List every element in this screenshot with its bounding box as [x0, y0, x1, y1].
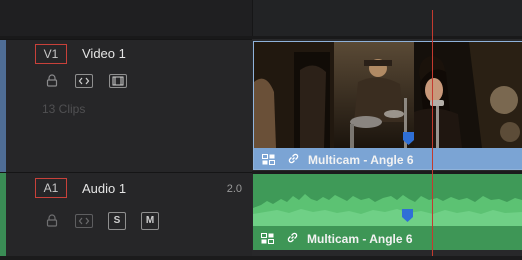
- link-icon: [287, 152, 300, 169]
- track-badge-a1[interactable]: A1: [35, 178, 67, 198]
- video-clip-thumbnails: [254, 42, 522, 148]
- clip-marker[interactable]: [403, 132, 414, 150]
- audio-clip-label-bar: Multicam - Angle 6: [253, 226, 522, 250]
- timeline-window: V1 Video 1 13 Clips A1 Audio 1 2.0 S M M…: [0, 0, 522, 260]
- timecode-ruler[interactable]: [252, 0, 522, 36]
- video-clip-title: Multicam - Angle 6: [308, 153, 414, 167]
- lock-icon[interactable]: [46, 74, 58, 87]
- timeline-bottom-edge: [0, 256, 522, 260]
- lock-icon[interactable]: [46, 214, 58, 227]
- disable-track-icon[interactable]: [109, 74, 127, 88]
- auto-select-icon[interactable]: [75, 214, 93, 228]
- video-clip[interactable]: Multicam - Angle 6: [253, 41, 522, 170]
- video-track-header[interactable]: V1 Video 1 13 Clips: [0, 39, 252, 172]
- timeline-ruler[interactable]: [0, 0, 522, 36]
- track-name-audio[interactable]: Audio 1: [82, 181, 126, 196]
- auto-select-icon[interactable]: [75, 74, 93, 88]
- audio-clip-title: Multicam - Angle 6: [307, 232, 413, 246]
- link-icon: [286, 231, 299, 249]
- solo-button[interactable]: S: [108, 212, 126, 230]
- playhead[interactable]: [432, 10, 433, 260]
- multicam-icon: [262, 153, 276, 169]
- mute-button[interactable]: M: [141, 212, 159, 230]
- audio-waveform: [253, 174, 522, 226]
- track-name-video[interactable]: Video 1: [82, 46, 126, 61]
- multicam-icon: [261, 232, 275, 250]
- audio-track-level: 2.0: [226, 183, 242, 195]
- track-badge-v1[interactable]: V1: [35, 44, 67, 64]
- video-clip-label-bar: Multicam - Angle 6: [254, 148, 522, 169]
- audio-track-color-stripe: [0, 173, 6, 256]
- audio-clip[interactable]: Multicam - Angle 6: [253, 174, 522, 250]
- ruler-header-area: [0, 0, 252, 36]
- clip-count: 13 Clips: [42, 102, 86, 116]
- video-track-color-stripe: [0, 40, 6, 172]
- clip-marker[interactable]: [402, 209, 413, 227]
- audio-track-header[interactable]: A1 Audio 1 2.0 S M: [0, 172, 252, 256]
